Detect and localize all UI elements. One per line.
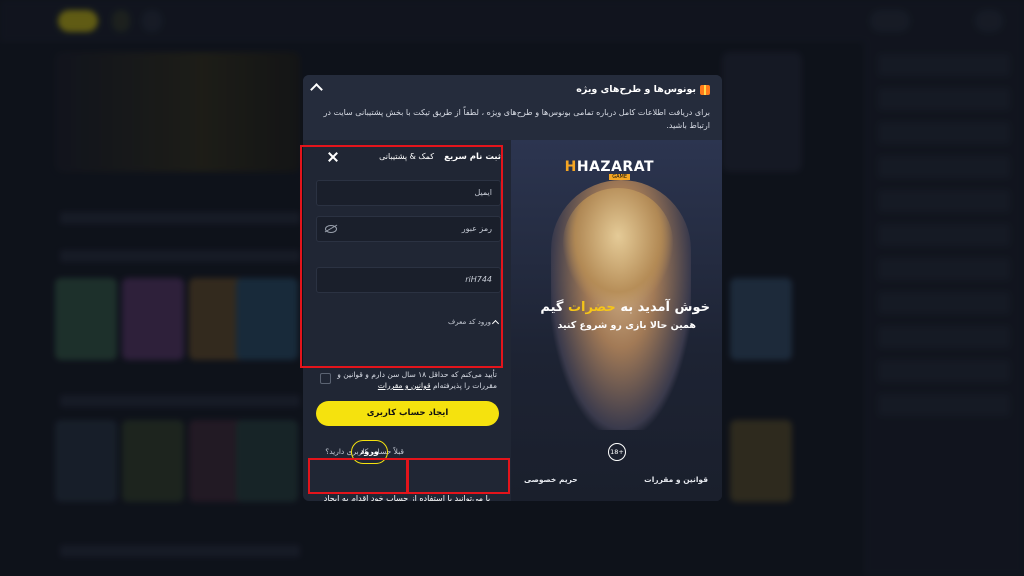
terms-footer-link[interactable]: قوانین و مقررات	[644, 475, 708, 484]
notice-text: برای دریافت اطلاعات کامل درباره تمامی بو…	[323, 108, 710, 130]
promo-title-highlight: حضرات	[567, 300, 616, 315]
promo-panel: HHAZARAT GAME خوش آمدید به حضرات گیم همی…	[511, 140, 722, 501]
logo-text: HAZARAT	[576, 159, 654, 175]
promo-subtitle: همین حالا بازی رو شروع کنید	[557, 320, 696, 331]
promo-model-hair	[563, 188, 673, 308]
notice-title: بونوس‌ها و طرح‌های ویژه	[576, 84, 710, 95]
logo-sub: GAME	[609, 174, 630, 180]
terms-checkbox[interactable]	[320, 373, 331, 384]
chevron-up-icon[interactable]	[310, 83, 323, 96]
promo-title: خوش آمدید به حضرات گیم	[540, 300, 710, 315]
promo-title-prefix: خوش آمدید به	[620, 300, 710, 315]
notice-title-text: بونوس‌ها و طرح‌های ویژه	[576, 84, 696, 95]
highlight-box-google	[407, 458, 510, 494]
privacy-footer-link[interactable]: حریم خصوصی	[524, 475, 578, 484]
promo-title-suffix: گیم	[540, 300, 564, 315]
gift-icon	[700, 84, 710, 95]
age-badge: 18+	[608, 443, 626, 461]
highlight-box-form	[300, 145, 503, 368]
hazarat-logo: HHAZARAT	[564, 159, 654, 175]
terms-link[interactable]: قوانین و مقررات	[378, 381, 431, 390]
terms-text: تأیید می‌کنم که حداقل ۱۸ سال سن دارم و ق…	[332, 369, 497, 391]
bonus-notice: بونوس‌ها و طرح‌های ویژه برای دریافت اطلا…	[303, 75, 722, 140]
create-account-button[interactable]: ایجاد حساب کاربری	[316, 401, 499, 426]
highlight-box-telegram	[308, 458, 408, 494]
